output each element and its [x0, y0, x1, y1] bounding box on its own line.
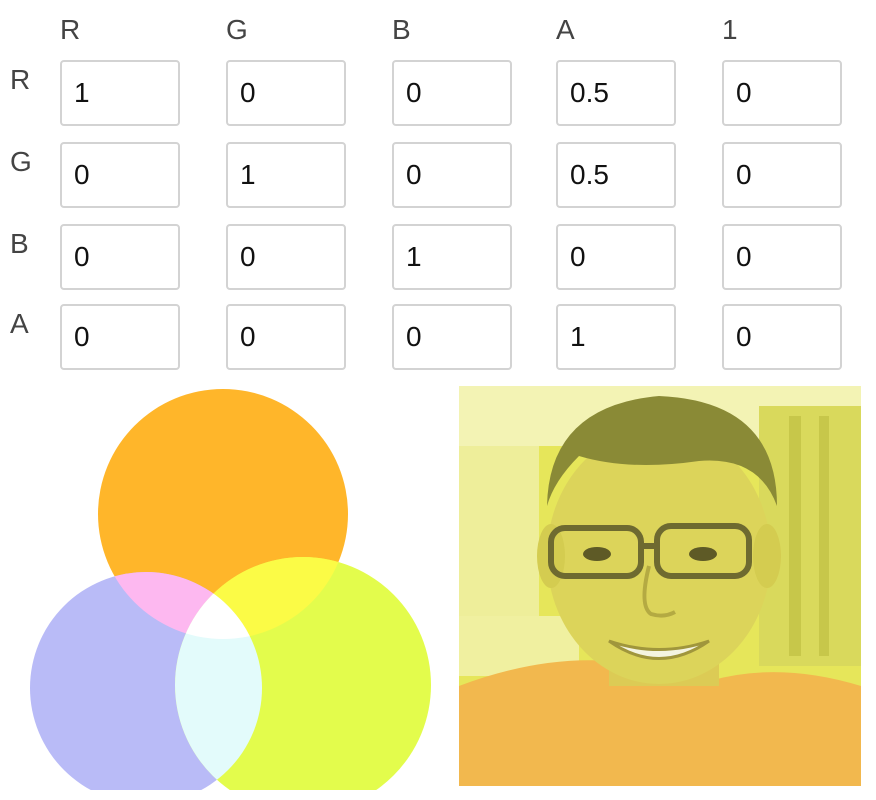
filtered-photo-preview [459, 386, 861, 786]
row-header-b: B [10, 228, 29, 259]
matrix-cell-a-r[interactable] [60, 304, 180, 370]
matrix-cell-a-1[interactable] [722, 304, 842, 370]
row-header-g: G [10, 146, 32, 177]
row-header-r: R [10, 64, 31, 95]
matrix-cell-g-b[interactable] [392, 142, 512, 208]
matrix-cell-g-g[interactable] [226, 142, 346, 208]
row-header-a: A [10, 308, 29, 339]
venn-color-preview [30, 389, 431, 790]
matrix-cell-a-a[interactable] [556, 304, 676, 370]
column-header-r: R [60, 14, 81, 45]
matrix-cell-r-1[interactable] [722, 60, 842, 126]
matrix-cell-r-b[interactable] [392, 60, 512, 126]
matrix-cell-b-a[interactable] [556, 224, 676, 290]
matrix-cell-b-b[interactable] [392, 224, 512, 290]
matrix-cell-r-r[interactable] [60, 60, 180, 126]
matrix-cell-b-r[interactable] [60, 224, 180, 290]
column-header-g: G [226, 14, 248, 45]
matrix-cell-b-g[interactable] [226, 224, 346, 290]
matrix-cell-b-1[interactable] [722, 224, 842, 290]
matrix-cell-a-b[interactable] [392, 304, 512, 370]
matrix-cell-a-g[interactable] [226, 304, 346, 370]
matrix-cell-r-g[interactable] [226, 60, 346, 126]
column-header-b: B [392, 14, 411, 45]
matrix-cell-g-r[interactable] [60, 142, 180, 208]
column-header-1: 1 [722, 14, 738, 45]
column-header-a: A [556, 14, 575, 45]
matrix-cell-r-a[interactable] [556, 60, 676, 126]
matrix-cell-g-a[interactable] [556, 142, 676, 208]
matrix-cell-g-1[interactable] [722, 142, 842, 208]
color-matrix-demo: R G B A 1 R G B A [0, 0, 876, 800]
